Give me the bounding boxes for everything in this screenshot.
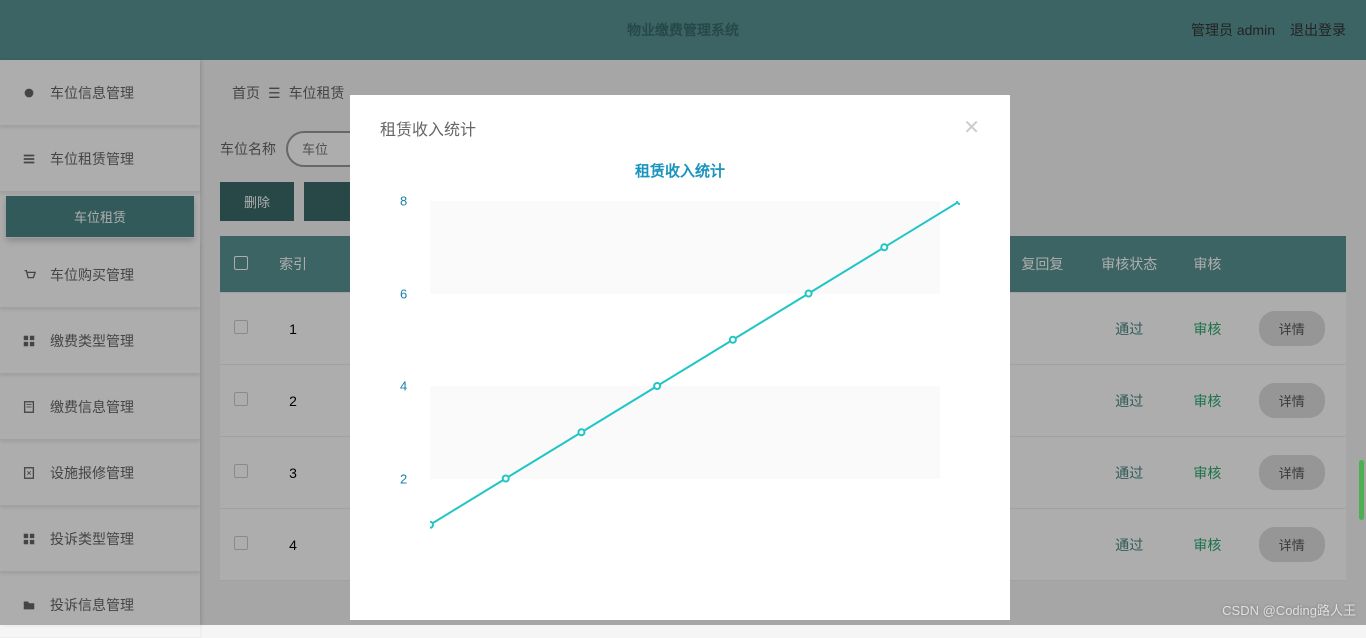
chart-area: 2468	[430, 201, 980, 571]
close-icon[interactable]: ✕	[963, 115, 980, 140]
modal-title: 租赁收入统计	[380, 116, 476, 140]
chart: 租赁收入统计 2468	[380, 160, 980, 580]
y-tick-label: 4	[400, 379, 407, 394]
stats-modal: 租赁收入统计 ✕ 租赁收入统计 2468	[350, 95, 1010, 620]
chart-line	[430, 201, 960, 581]
y-tick-label: 6	[400, 286, 407, 301]
y-tick-label: 2	[400, 471, 407, 486]
scroll-indicator	[1359, 460, 1364, 520]
watermark: CSDN @Coding路人王	[1222, 600, 1356, 619]
modal-header: 租赁收入统计 ✕	[380, 115, 980, 140]
y-tick-label: 8	[400, 194, 407, 209]
chart-title: 租赁收入统计	[380, 160, 980, 181]
